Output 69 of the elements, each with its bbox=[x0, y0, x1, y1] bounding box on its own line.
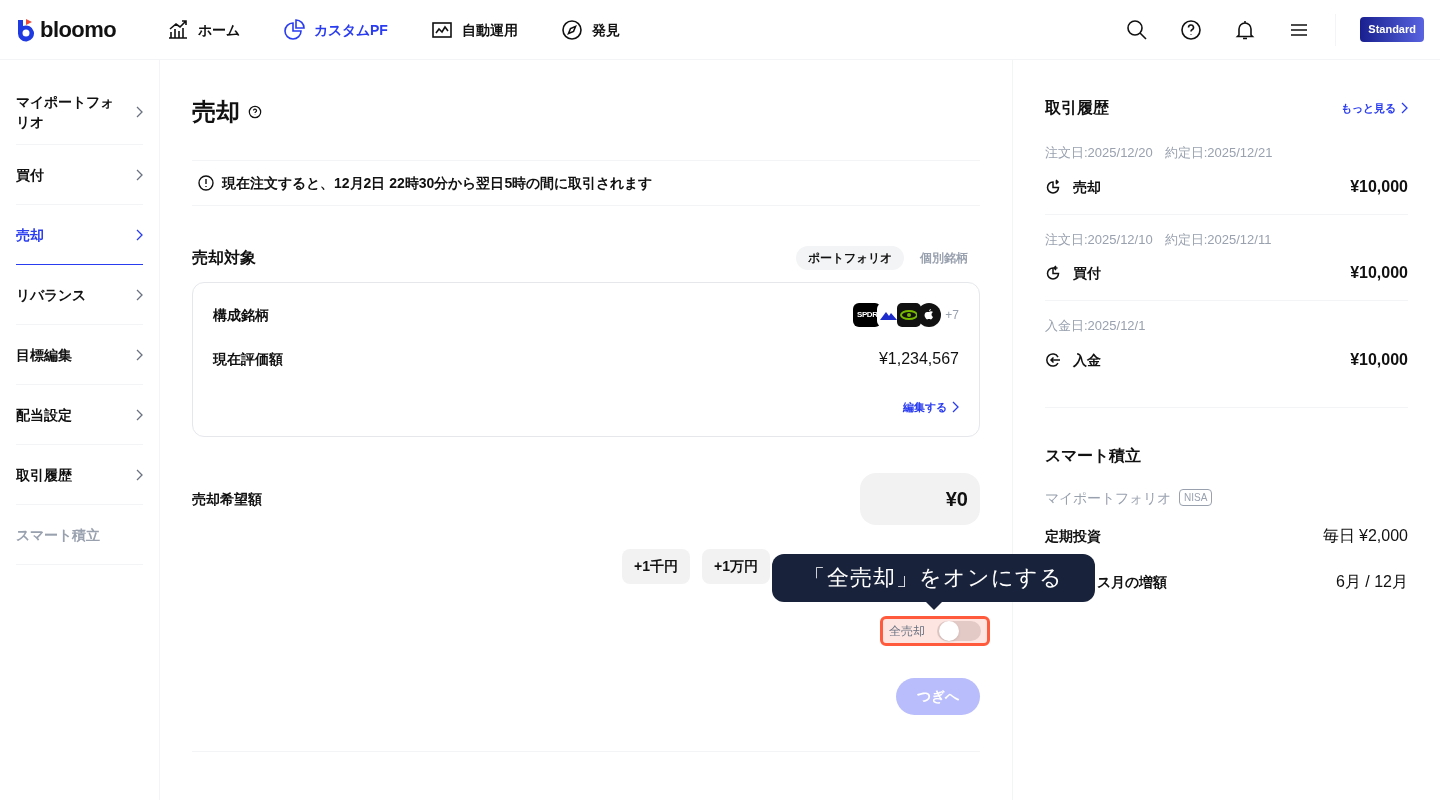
transaction-type: 売却 bbox=[1073, 177, 1101, 197]
notice-text: 現在注文すると、12月2日 22時30分から翌日5時の間に取引されます bbox=[222, 174, 653, 193]
help-icon[interactable] bbox=[248, 105, 262, 119]
growth-chart-icon bbox=[166, 17, 190, 42]
transaction-type: 入金 bbox=[1073, 350, 1101, 370]
date-text: 注文日:2025/12/10 bbox=[1045, 230, 1153, 249]
quick-add-button[interactable]: +1千円 bbox=[622, 548, 691, 584]
chevron-right-icon bbox=[951, 401, 959, 414]
setting-label: ス月の増額 bbox=[1097, 572, 1167, 592]
pie-arrow-icon bbox=[1045, 265, 1061, 281]
more-link[interactable]: もっと見る bbox=[1341, 99, 1396, 117]
eye-logo-icon bbox=[897, 303, 922, 327]
nav-link[interactable]: カスタムPF bbox=[282, 17, 388, 42]
chevron-right-icon bbox=[135, 228, 143, 241]
date-text: 約定日:2025/12/21 bbox=[1164, 144, 1273, 162]
compass-icon bbox=[559, 17, 584, 42]
portfolio-name: マイポートフォリオ bbox=[1045, 488, 1171, 508]
transaction-amount: ¥10,000 bbox=[1350, 176, 1408, 197]
sidebar-item[interactable]: リバランス bbox=[16, 265, 143, 325]
setting-value: 6月 / 12月 bbox=[1335, 571, 1408, 592]
sidebar-item[interactable]: 取引履歴 bbox=[16, 445, 143, 505]
help-icon[interactable] bbox=[1179, 17, 1204, 42]
plan-badge[interactable]: Standard bbox=[1360, 17, 1424, 42]
segment-tab[interactable]: ポートフォリオ bbox=[796, 246, 904, 270]
date-text: 注文日:2025/12/20 bbox=[1045, 144, 1153, 162]
date-text: 入金日:2025/12/1 bbox=[1045, 317, 1146, 335]
chevron-right-icon bbox=[1400, 102, 1408, 114]
pie-arrow-icon bbox=[1045, 178, 1061, 195]
chevron-right-icon bbox=[135, 288, 143, 301]
amount-label: 売却希望額 bbox=[192, 489, 262, 509]
chevron-right-icon bbox=[135, 106, 143, 118]
chevron-right-icon bbox=[135, 348, 143, 361]
section-title: スマート積立 bbox=[1045, 445, 1142, 466]
sidebar-item[interactable]: 売却 bbox=[16, 205, 143, 265]
sell-all-toggle[interactable]: 全売却 bbox=[880, 615, 990, 646]
transaction-amount: ¥10,000 bbox=[1350, 349, 1408, 370]
section-title: 売却対象 bbox=[192, 248, 256, 268]
chevron-right-icon bbox=[135, 468, 143, 481]
nav-link[interactable]: 自動運用 bbox=[429, 17, 518, 42]
value-label: 現在評価額 bbox=[213, 350, 283, 369]
value-amount: ¥1,234,567 bbox=[878, 349, 959, 369]
logo-icon bbox=[16, 17, 36, 42]
circle-arrow-icon bbox=[1045, 351, 1061, 368]
nisa-tag: NISA bbox=[1179, 489, 1213, 506]
transaction-amount: ¥10,000 bbox=[1350, 263, 1408, 283]
setting-value: 毎日 ¥2,000 bbox=[1322, 525, 1408, 546]
nav-link[interactable]: ホーム bbox=[166, 17, 240, 42]
edit-link[interactable]: 編集する bbox=[903, 399, 947, 416]
sidebar-item[interactable]: 配当設定 bbox=[16, 385, 143, 445]
holdings-label: 構成銘柄 bbox=[213, 306, 269, 325]
quick-add-button[interactable]: +1万円 bbox=[702, 548, 770, 584]
more-count: +7 bbox=[945, 307, 959, 323]
nav-link[interactable]: 発見 bbox=[559, 17, 620, 42]
transaction-type: 買付 bbox=[1073, 264, 1101, 283]
section-title: 取引履歴 bbox=[1045, 98, 1109, 118]
date-text: 約定日:2025/12/11 bbox=[1164, 230, 1272, 249]
sidebar-item[interactable]: 目標編集 bbox=[16, 325, 143, 385]
pie-chart-icon bbox=[282, 17, 306, 42]
tooltip: 「全売却」をオンにする bbox=[772, 553, 1095, 610]
sidebar-item[interactable]: 買付 bbox=[16, 145, 143, 205]
chevron-right-icon bbox=[135, 408, 143, 421]
page-title: 売却 bbox=[192, 97, 240, 127]
setting-label: 定期投資 bbox=[1045, 526, 1101, 546]
apple-logo-icon bbox=[917, 303, 942, 327]
chevron-right-icon bbox=[135, 168, 143, 181]
brand-name: bloomo bbox=[40, 16, 117, 44]
alert-icon bbox=[198, 175, 214, 191]
sidebar-item[interactable]: マイポートフォリオ bbox=[16, 80, 143, 145]
amount-field[interactable]: ¥0 bbox=[860, 472, 980, 525]
